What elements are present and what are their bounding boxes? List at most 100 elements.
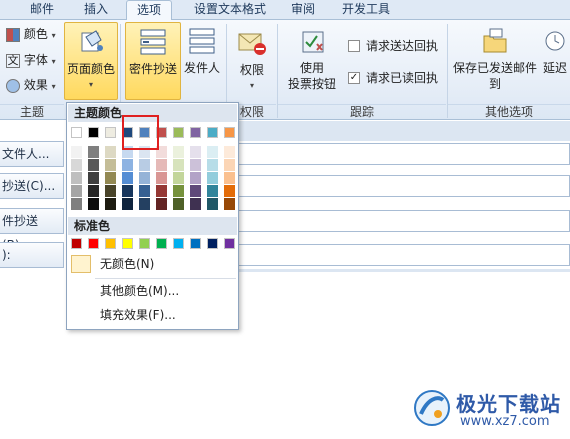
standard-color-swatch[interactable] xyxy=(88,238,99,249)
theme-shade-swatch[interactable] xyxy=(88,146,99,158)
standard-color-swatch[interactable] xyxy=(71,238,82,249)
theme-shade-swatch[interactable] xyxy=(207,159,218,171)
page-color-button[interactable]: 页面颜色 ▾ xyxy=(64,22,118,100)
permission-button[interactable]: 权限 ▾ xyxy=(232,22,272,100)
theme-shade-swatch[interactable] xyxy=(190,198,201,210)
theme-color-swatch[interactable] xyxy=(71,127,82,138)
theme-shade-swatch[interactable] xyxy=(190,172,201,184)
theme-shade-swatch[interactable] xyxy=(105,159,116,171)
cc-button[interactable]: 抄送(C)... xyxy=(0,173,64,199)
theme-color-swatch[interactable] xyxy=(207,127,218,138)
standard-color-swatch[interactable] xyxy=(173,238,184,249)
save-folder-icon xyxy=(483,28,507,53)
theme-shade-swatch[interactable] xyxy=(224,159,235,171)
tab-options[interactable]: 选项 xyxy=(126,0,172,21)
theme-shade-swatch[interactable] xyxy=(122,159,133,171)
standard-color-swatch[interactable] xyxy=(224,238,235,249)
theme-colors-button[interactable]: 颜色 ▾ xyxy=(6,24,64,44)
bcc-button[interactable]: 密件抄送 xyxy=(125,22,181,100)
theme-shade-swatch[interactable] xyxy=(224,185,235,197)
theme-shade-swatch[interactable] xyxy=(190,146,201,158)
theme-shade-swatch[interactable] xyxy=(105,146,116,158)
theme-shade-swatch[interactable] xyxy=(105,172,116,184)
theme-color-swatch[interactable] xyxy=(190,127,201,138)
fill-effects-item[interactable]: 填充效果(F)... xyxy=(67,304,238,326)
theme-shade-swatch[interactable] xyxy=(122,172,133,184)
save-sent-item-button[interactable]: 保存已发送邮件 到 xyxy=(452,22,538,100)
theme-shade-swatch[interactable] xyxy=(224,146,235,158)
to-field[interactable] xyxy=(238,143,570,165)
theme-shade-swatch[interactable] xyxy=(207,172,218,184)
standard-color-swatch[interactable] xyxy=(105,238,116,249)
delivery-receipt-checkbox[interactable] xyxy=(348,40,360,52)
tab-mail[interactable]: 邮件 xyxy=(18,0,66,20)
voting-buttons-button[interactable]: 使用 投票按钮 xyxy=(282,22,342,100)
theme-shade-swatch[interactable] xyxy=(88,198,99,210)
theme-shade-swatch[interactable] xyxy=(122,185,133,197)
theme-shade-swatch[interactable] xyxy=(224,198,235,210)
tab-insert[interactable]: 插入 xyxy=(72,0,120,20)
theme-shade-swatch[interactable] xyxy=(224,172,235,184)
standard-color-swatch[interactable] xyxy=(139,238,150,249)
theme-shade-swatch[interactable] xyxy=(173,146,184,158)
tracking-group-label: 跟踪 xyxy=(278,104,446,120)
theme-shade-swatch[interactable] xyxy=(173,172,184,184)
theme-shade-swatch[interactable] xyxy=(207,198,218,210)
tab-review[interactable]: 审阅 xyxy=(284,0,322,20)
from-button[interactable]: 发件人 xyxy=(182,22,222,100)
watermark-logo-icon xyxy=(414,390,450,426)
theme-color-swatch[interactable] xyxy=(224,127,235,138)
permission-label: 权限 xyxy=(239,63,264,77)
permission-icon xyxy=(238,33,266,55)
delivery-receipt-label: 请求送达回执 xyxy=(366,39,439,53)
bcc-field[interactable] xyxy=(238,210,570,232)
theme-shade-swatch[interactable] xyxy=(190,185,201,197)
theme-effects-button[interactable]: 效果 ▾ xyxy=(6,75,64,95)
theme-shade-swatch[interactable] xyxy=(156,172,167,184)
theme-shade-swatch[interactable] xyxy=(139,198,150,210)
theme-shade-swatch[interactable] xyxy=(156,159,167,171)
subject-field[interactable] xyxy=(238,244,570,266)
theme-shade-swatch[interactable] xyxy=(139,159,150,171)
theme-shade-swatch[interactable] xyxy=(207,185,218,197)
theme-shade-swatch[interactable] xyxy=(105,198,116,210)
theme-color-swatch[interactable] xyxy=(173,127,184,138)
delay-label: 延迟 xyxy=(542,61,567,75)
theme-shade-swatch[interactable] xyxy=(156,185,167,197)
to-button[interactable]: 文件人... xyxy=(0,141,64,167)
tab-developer[interactable]: 开发工具 xyxy=(334,0,398,20)
cc-field[interactable] xyxy=(238,175,570,197)
theme-shade-swatch[interactable] xyxy=(88,172,99,184)
theme-shade-swatch[interactable] xyxy=(71,185,82,197)
theme-shade-swatch[interactable] xyxy=(173,198,184,210)
standard-color-swatch[interactable] xyxy=(122,238,133,249)
theme-shade-swatch[interactable] xyxy=(71,172,82,184)
tab-format-text[interactable]: 设置文本格式 xyxy=(178,0,282,20)
read-receipt-checkbox[interactable]: ✓ xyxy=(348,72,360,84)
standard-color-swatch[interactable] xyxy=(156,238,167,249)
theme-fonts-button[interactable]: 文 字体 ▾ xyxy=(6,50,64,70)
theme-shade-swatch[interactable] xyxy=(122,198,133,210)
theme-shade-swatch[interactable] xyxy=(139,185,150,197)
no-color-item[interactable]: 无颜色(N) xyxy=(67,253,238,275)
theme-color-swatch[interactable] xyxy=(105,127,116,138)
theme-color-swatch[interactable] xyxy=(88,127,99,138)
highlight-box xyxy=(122,115,159,150)
bcc-field-button[interactable]: 件抄送(B)... xyxy=(0,208,64,252)
theme-shade-swatch[interactable] xyxy=(71,159,82,171)
theme-shade-swatch[interactable] xyxy=(190,159,201,171)
theme-shade-swatch[interactable] xyxy=(207,146,218,158)
theme-shade-swatch[interactable] xyxy=(88,159,99,171)
theme-shade-swatch[interactable] xyxy=(71,198,82,210)
delay-delivery-button[interactable]: 延迟 xyxy=(540,22,570,100)
theme-shade-swatch[interactable] xyxy=(156,198,167,210)
theme-shade-swatch[interactable] xyxy=(71,146,82,158)
theme-shade-swatch[interactable] xyxy=(139,172,150,184)
more-colors-item[interactable]: 其他颜色(M)... xyxy=(67,280,238,302)
theme-shade-swatch[interactable] xyxy=(105,185,116,197)
theme-shade-swatch[interactable] xyxy=(88,185,99,197)
theme-shade-swatch[interactable] xyxy=(173,159,184,171)
theme-shade-swatch[interactable] xyxy=(173,185,184,197)
standard-color-swatch[interactable] xyxy=(207,238,218,249)
standard-color-swatch[interactable] xyxy=(190,238,201,249)
